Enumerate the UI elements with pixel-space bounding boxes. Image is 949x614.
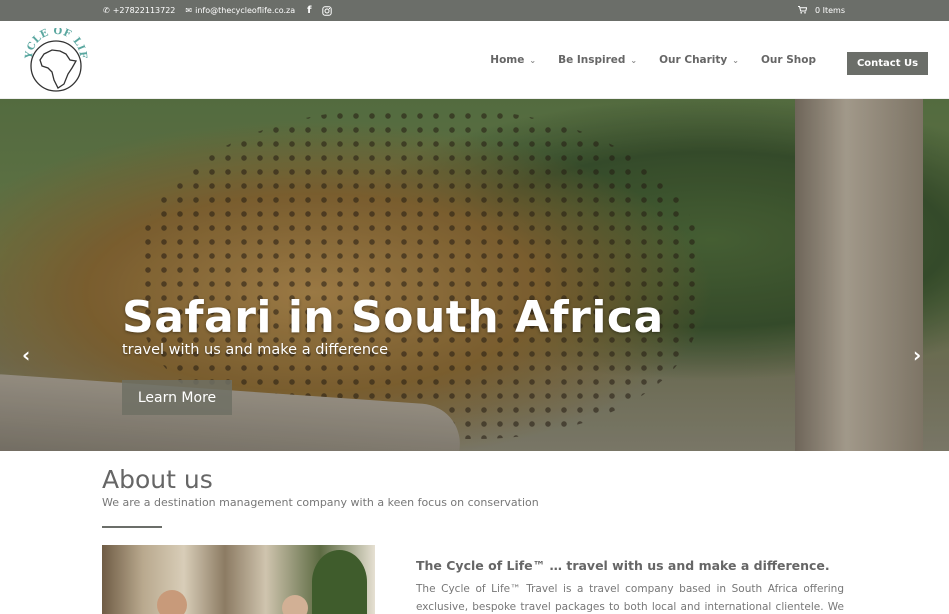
nav-home[interactable]: Home ⌄ — [490, 54, 536, 66]
logo[interactable]: CYCLE OF LIFE — [20, 20, 88, 94]
chevron-down-icon: ⌄ — [630, 55, 638, 65]
chevron-down-icon: ⌄ — [529, 55, 537, 65]
cart-icon — [797, 5, 808, 16]
cart-link[interactable]: 0 Items — [797, 0, 845, 21]
hero-subtitle: travel with us and make a difference — [122, 342, 388, 358]
facebook-icon[interactable]: f — [307, 5, 311, 16]
about-subtitle: We are a destination management company … — [102, 496, 539, 509]
nav-our-shop-label: Our Shop — [760, 54, 816, 66]
phone-number: +27822113722 — [112, 6, 176, 15]
email-address: info@thecycleoflife.co.za — [195, 6, 296, 15]
main-nav: Home ⌄ Be Inspired ⌄ Our Charity ⌄ Our S… — [490, 21, 816, 99]
about-text: The Cycle of Life™ Travel is a travel co… — [416, 583, 844, 613]
envelope-icon: ✉ — [185, 5, 193, 15]
cart-count: 0 Items — [814, 6, 845, 15]
about-title: About us — [102, 465, 213, 494]
nav-be-inspired[interactable]: Be Inspired ⌄ — [558, 54, 637, 66]
hero-slider: Safari in South Africa travel with us an… — [0, 99, 949, 451]
contact-info: ✆ +27822113722 ✉ info@thecycleoflife.co.… — [103, 0, 332, 21]
phone-icon: ✆ — [103, 5, 110, 15]
nav-home-label: Home — [490, 54, 525, 66]
chevron-left-icon[interactable]: ‹ — [22, 343, 30, 367]
phone-link[interactable]: ✆ +27822113722 — [103, 6, 175, 15]
about-photo — [102, 545, 375, 614]
contact-us-button[interactable]: Contact Us — [847, 52, 928, 75]
about-heading: The Cycle of Life™ … travel with us and … — [416, 558, 830, 573]
email-link[interactable]: ✉ info@thecycleoflife.co.za — [185, 6, 295, 15]
hero-title: Safari in South Africa — [122, 292, 664, 343]
chevron-down-icon: ⌄ — [732, 55, 739, 65]
divider — [102, 526, 162, 528]
site-header: CYCLE OF LIFE Home ⌄ Be Inspired ⌄ Our C… — [0, 20, 949, 99]
chevron-right-icon[interactable]: › — [913, 343, 921, 367]
top-bar: ✆ +27822113722 ✉ info@thecycleoflife.co.… — [0, 0, 949, 21]
nav-our-charity[interactable]: Our Charity ⌄ — [659, 54, 739, 66]
instagram-icon[interactable] — [321, 5, 332, 16]
nav-be-inspired-label: Be Inspired — [558, 54, 626, 66]
nav-our-shop[interactable]: Our Shop — [761, 54, 816, 66]
learn-more-button[interactable]: Learn More — [122, 380, 232, 415]
nav-our-charity-label: Our Charity — [659, 54, 728, 66]
